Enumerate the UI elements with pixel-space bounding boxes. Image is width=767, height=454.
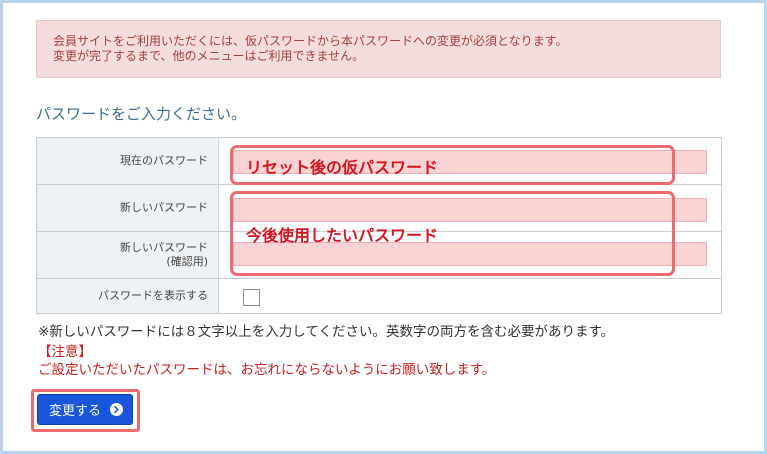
new-password-label-text: 新しいパスワード	[120, 201, 208, 214]
chevron-right-icon	[110, 403, 123, 416]
current-password-annotation: リセット後の仮パスワード	[246, 158, 439, 177]
attention-label: 【注意】	[38, 344, 92, 360]
change-password-button[interactable]: 変更する	[37, 394, 133, 425]
new-password-label: 新しいパスワード	[37, 185, 219, 231]
show-password-label-text: パスワードを表示する	[98, 289, 208, 302]
attention-text: ご設定いただいたパスワードは、お忘れにならないようにお願い致します。	[38, 362, 496, 378]
show-password-checkbox[interactable]	[243, 289, 260, 306]
current-password-label-text: 現在のパスワード	[120, 154, 208, 167]
show-password-cell	[219, 279, 721, 313]
show-password-label: パスワードを表示する	[37, 279, 219, 313]
confirm-password-sublabel: (確認用)	[166, 255, 208, 268]
confirm-password-label-text: 新しいパスワード	[120, 241, 208, 254]
form-prompt: パスワードをご入力ください。	[36, 105, 247, 123]
confirm-password-label: 新しいパスワード (確認用)	[37, 232, 219, 278]
change-password-button-label: 変更する	[49, 404, 102, 419]
new-password-annotation: 今後使用したいパスワード	[246, 226, 439, 245]
password-requirement-note: ※新しいパスワードには８文字以上を入力してください。英数字の両方を含む必要があり…	[38, 324, 615, 340]
alert-line-1: 会員サイトをご利用いただくには、仮パスワードから本パスワードへの変更が必須となり…	[53, 34, 568, 48]
password-change-alert: 会員サイトをご利用いただくには、仮パスワードから本パスワードへの変更が必須となり…	[36, 20, 721, 78]
current-password-label: 現在のパスワード	[37, 138, 219, 184]
alert-line-2: 変更が完了するまで、他のメニューはご利用できません。	[53, 49, 365, 63]
row-show-password: パスワードを表示する	[37, 279, 721, 313]
